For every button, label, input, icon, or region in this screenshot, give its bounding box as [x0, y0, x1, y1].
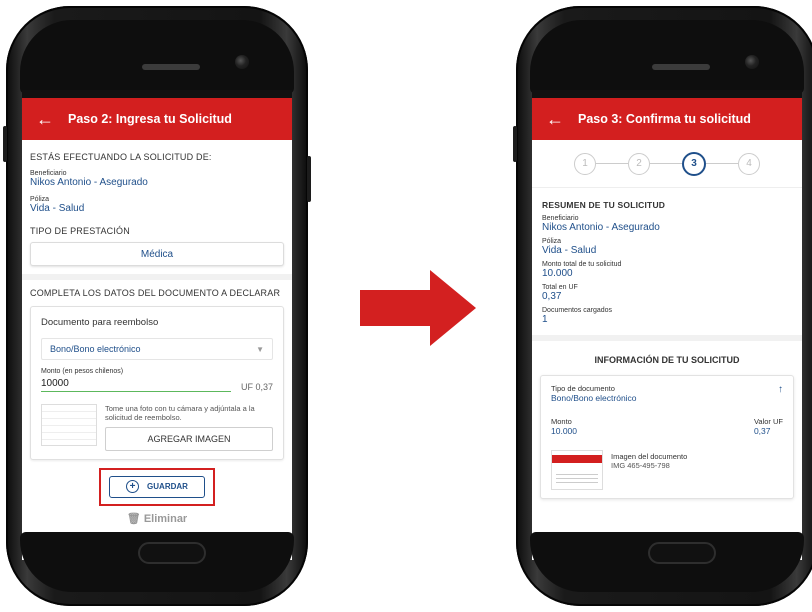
home-button[interactable] [648, 542, 716, 564]
power-button [307, 156, 311, 202]
step-3-active: 3 [682, 151, 706, 176]
next-step-arrow-icon [360, 270, 476, 346]
document-card-title: Documento para reembolso [41, 317, 159, 328]
front-camera-icon [235, 55, 249, 69]
document-card: Documento para reembolso Bono/Bono elect… [30, 306, 284, 460]
page-title: Paso 2: Ingresa tu Solicitud [68, 112, 232, 126]
uf-total-value: 0,37 [542, 291, 562, 302]
step-connector [650, 163, 682, 164]
amount-label: Monto (en pesos chilenos) [41, 368, 124, 375]
docs-loaded-value: 1 [542, 314, 548, 325]
front-camera-icon [745, 55, 759, 69]
back-arrow-icon[interactable]: ← [36, 110, 68, 128]
request-summary: RESUMEN DE TU SOLICITUD Beneficiario Nik… [532, 188, 802, 325]
beneficiary-label: Beneficiario [30, 170, 67, 177]
earpiece-speaker [652, 64, 710, 70]
step-4: 4 [738, 152, 760, 175]
delete-button[interactable]: 🗑 Eliminar [22, 512, 292, 525]
save-highlight-box: + GUARDAR [99, 467, 215, 506]
volume-button [3, 126, 7, 162]
phone-bottom-bezel [20, 532, 294, 592]
image-label: Imagen del documento [611, 452, 688, 461]
beneficiary-value: Nikos Antonio - Asegurado [30, 177, 148, 188]
doc-type-label: Tipo de documento [551, 384, 615, 393]
screen-step-3: ← Paso 3: Confirma tu solicitud 1 2 3 4 … [532, 90, 802, 560]
document-type-select[interactable]: Bono/Bono electrónico ▼ [41, 338, 273, 360]
save-button-label: GUARDAR [147, 482, 188, 492]
phone-top-bezel [20, 20, 294, 94]
complete-document-heading: COMPLETA LOS DATOS DEL DOCUMENTO A DECLA… [30, 288, 281, 298]
back-arrow-icon[interactable]: ← [546, 110, 578, 128]
phone-top-bezel [530, 20, 804, 94]
screen-step-2: ← Paso 2: Ingresa tu Solicitud ESTÁS EFE… [22, 90, 292, 560]
info-heading: INFORMACIÓN DE TU SOLICITUD [594, 355, 740, 365]
app-header: ← Paso 2: Ingresa tu Solicitud [22, 98, 292, 140]
summary-heading: RESUMEN DE TU SOLICITUD [542, 200, 666, 210]
progress-stepper: 1 2 3 4 [532, 140, 802, 188]
phone-bottom-bezel [530, 532, 804, 592]
step-connector [706, 163, 738, 164]
total-amount-value: 10.000 [542, 268, 573, 279]
total-amount-label: Monto total de tu solicitud [542, 261, 622, 268]
doc-type-value: Bono/Bono electrónico [551, 393, 637, 403]
app-header: ← Paso 3: Confirma tu solicitud [532, 98, 802, 140]
volume-button [513, 126, 517, 162]
status-bar [22, 90, 292, 98]
home-button[interactable] [138, 542, 206, 564]
amount-value: 10.000 [551, 426, 577, 436]
phone-step-3: ← Paso 3: Confirma tu solicitud 1 2 3 4 … [513, 6, 812, 606]
step-connector [596, 163, 628, 164]
amount-label: Monto [551, 417, 572, 426]
step-2: 2 [628, 152, 650, 175]
policy-value: Vida - Salud [30, 203, 85, 214]
document-info-card[interactable]: Tipo de documento Bono/Bono electrónico … [540, 375, 794, 499]
add-image-button[interactable]: AGREGAR IMAGEN [105, 426, 273, 451]
uf-conversion: UF 0,37 [240, 382, 273, 392]
uf-total-label: Total en UF [542, 284, 578, 291]
uf-label: Valor UF [753, 417, 783, 426]
policy-label: Póliza [30, 196, 50, 203]
beneficiary-label: Beneficiario [542, 215, 579, 222]
image-id: IMG 465-495-798 [611, 461, 670, 470]
step-1: 1 [574, 152, 596, 175]
document-image-thumbnail[interactable] [551, 450, 603, 490]
document-type-value: Bono/Bono electrónico [50, 344, 141, 354]
policy-value: Vida - Salud [542, 245, 597, 256]
document-thumbnail [41, 404, 97, 446]
section-divider [532, 335, 802, 341]
beneficiary-value: Nikos Antonio - Asegurado [542, 222, 660, 233]
trash-icon: 🗑 [126, 512, 141, 525]
status-bar [532, 90, 802, 98]
earpiece-speaker [142, 64, 200, 70]
service-type-label: TIPO DE PRESTACIÓN [30, 226, 130, 236]
docs-loaded-label: Documentos cargados [542, 307, 613, 314]
phone-step-2: ← Paso 2: Ingresa tu Solicitud ESTÁS EFE… [3, 6, 311, 606]
page-title: Paso 3: Confirma tu solicitud [578, 112, 751, 126]
service-type-button[interactable]: Médica [30, 242, 284, 266]
chevron-down-icon: ▼ [256, 344, 264, 354]
uf-value: 0,37 [753, 426, 771, 436]
delete-label: Eliminar [143, 512, 188, 525]
upload-hint: Tome una foto con tu cámara y adjúntala … [105, 404, 255, 423]
collapse-arrow-icon[interactable]: ↑ [778, 384, 783, 395]
save-button[interactable]: + GUARDAR [109, 475, 205, 498]
request-for-heading: ESTÁS EFECTUANDO LA SOLICITUD DE: [30, 152, 212, 162]
plus-circle-icon: + [126, 480, 140, 494]
amount-input[interactable]: 10000 [41, 378, 231, 392]
policy-label: Póliza [542, 238, 562, 245]
